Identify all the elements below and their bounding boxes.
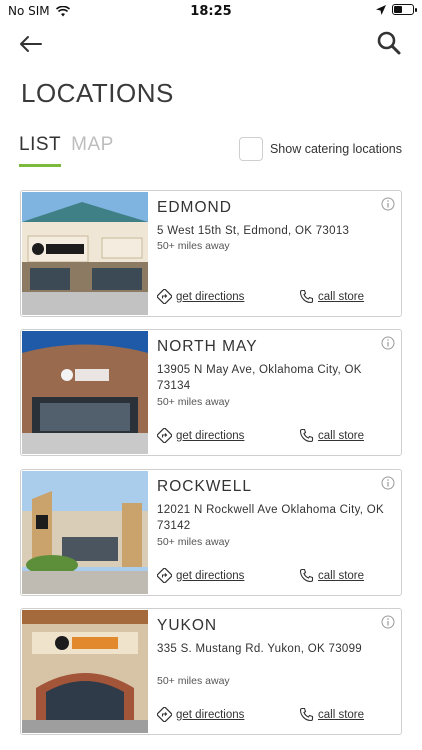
location-name: NORTH MAY xyxy=(157,338,258,355)
directions-label: get directions xyxy=(176,569,245,582)
location-address: 335 S. Mustang Rd. Yukon, OK 73099 xyxy=(157,643,362,655)
store-photo xyxy=(22,192,148,315)
status-right xyxy=(376,4,417,15)
get-directions-link[interactable]: get directions xyxy=(157,428,244,443)
battery-icon xyxy=(392,4,417,15)
page-title: LOCATIONS xyxy=(21,78,174,108)
directions-label: get directions xyxy=(176,708,245,721)
location-address: 12021 N Rockwell Ave Oklahoma City, OK 7… xyxy=(157,504,385,532)
directions-icon xyxy=(157,428,172,443)
back-button[interactable] xyxy=(18,31,44,57)
info-icon[interactable] xyxy=(381,476,395,490)
location-name: ROCKWELL xyxy=(157,478,252,495)
catering-toggle[interactable]: Show catering locations xyxy=(238,137,402,161)
directions-icon xyxy=(157,289,172,304)
card-body: YUKON 335 S. Mustang Rd. Yukon, OK 73099… xyxy=(157,609,401,734)
info-icon[interactable] xyxy=(381,336,395,350)
call-label: call store xyxy=(318,708,365,721)
location-card-edmond[interactable]: EDMOND 5 West 15th St, Edmond, OK 73013 … xyxy=(20,190,402,317)
location-distance: 50+ miles away xyxy=(157,675,230,687)
card-body: ROCKWELL 12021 N Rockwell Ave Oklahoma C… xyxy=(157,470,401,595)
call-store-link[interactable]: call store xyxy=(299,289,364,304)
directions-label: get directions xyxy=(176,290,245,303)
directions-label: get directions xyxy=(176,429,245,442)
location-name: EDMOND xyxy=(157,199,232,216)
status-bar: No SIM 18:25 xyxy=(0,0,422,22)
call-store-link[interactable]: call store xyxy=(299,428,364,443)
location-address: 5 West 15th St, Edmond, OK 73013 xyxy=(157,225,350,237)
call-label: call store xyxy=(318,290,365,303)
call-store-link[interactable]: call store xyxy=(299,707,364,722)
location-distance: 50+ miles away xyxy=(157,396,230,408)
card-body: EDMOND 5 West 15th St, Edmond, OK 73013 … xyxy=(157,191,401,316)
location-distance: 50+ miles away xyxy=(157,240,230,252)
call-store-link[interactable]: call store xyxy=(299,568,364,583)
call-label: call store xyxy=(318,569,365,582)
clock: 18:25 xyxy=(190,4,232,19)
view-tabs: LIST MAP xyxy=(19,134,114,167)
card-body: NORTH MAY 13905 N May Ave, Oklahoma City… xyxy=(157,330,401,455)
catering-checkbox[interactable] xyxy=(238,137,263,161)
info-icon[interactable] xyxy=(381,615,395,629)
directions-icon xyxy=(157,568,172,583)
info-icon[interactable] xyxy=(381,197,395,211)
store-photo xyxy=(22,471,148,594)
top-nav xyxy=(0,22,422,66)
phone-icon xyxy=(299,568,314,583)
call-label: call store xyxy=(318,429,365,442)
store-photo xyxy=(22,331,148,454)
card-actions: get directions call store xyxy=(157,707,401,725)
card-actions: get directions call store xyxy=(157,428,401,446)
get-directions-link[interactable]: get directions xyxy=(157,289,244,304)
phone-icon xyxy=(299,428,314,443)
phone-icon xyxy=(299,707,314,722)
location-address: 13905 N May Ave, Oklahoma City, OK 73134 xyxy=(157,364,362,392)
get-directions-link[interactable]: get directions xyxy=(157,707,244,722)
location-card-yukon[interactable]: YUKON 335 S. Mustang Rd. Yukon, OK 73099… xyxy=(20,608,402,735)
phone-icon xyxy=(299,289,314,304)
catering-label: Show catering locations xyxy=(269,142,402,156)
card-actions: get directions call store xyxy=(157,568,401,586)
search-icon xyxy=(377,31,401,55)
get-directions-link[interactable]: get directions xyxy=(157,568,244,583)
card-actions: get directions call store xyxy=(157,289,401,307)
location-card-north-may[interactable]: NORTH MAY 13905 N May Ave, Oklahoma City… xyxy=(20,329,402,456)
location-card-rockwell[interactable]: ROCKWELL 12021 N Rockwell Ave Oklahoma C… xyxy=(20,469,402,596)
location-distance: 50+ miles away xyxy=(157,536,230,548)
location-name: YUKON xyxy=(157,617,218,634)
search-button[interactable] xyxy=(376,30,402,56)
tab-list[interactable]: LIST xyxy=(19,134,62,167)
tab-map[interactable]: MAP xyxy=(71,134,114,167)
location-arrow-icon xyxy=(376,4,386,15)
store-photo xyxy=(22,610,148,733)
arrow-left-icon xyxy=(20,36,42,52)
directions-icon xyxy=(157,707,172,722)
